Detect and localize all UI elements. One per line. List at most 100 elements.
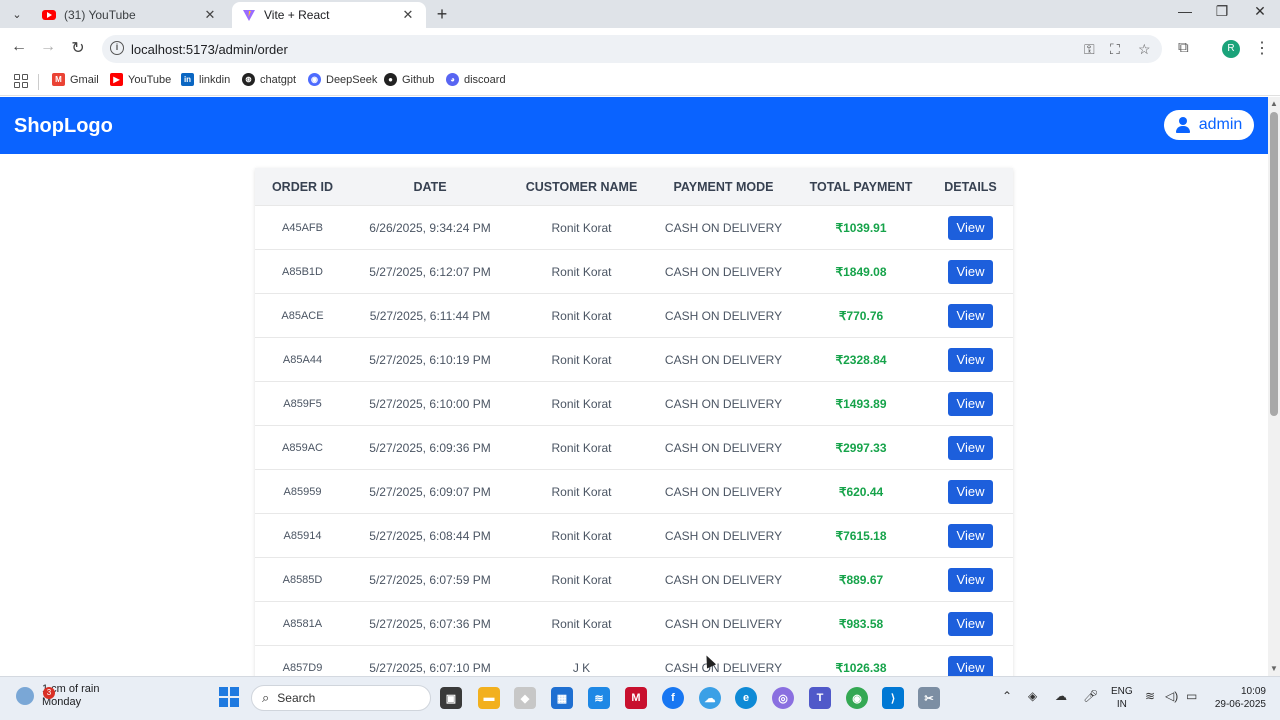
file-explorer-icon[interactable]: ▬ xyxy=(478,687,500,709)
details-cell: View xyxy=(928,479,1013,504)
details-cell: View xyxy=(928,347,1013,372)
new-tab-icon[interactable]: + xyxy=(432,4,452,25)
microphone-icon[interactable]: 🎤︎ xyxy=(1083,689,1098,703)
language-indicator[interactable]: ENG IN xyxy=(1111,685,1133,711)
wifi-icon[interactable]: ≋ xyxy=(1145,689,1155,703)
header-total-payment: TOTAL PAYMENT xyxy=(809,179,913,194)
customer-name-cell: Ronit Korat xyxy=(551,352,612,367)
address-bar[interactable]: i localhost:5173/admin/order ⚿ ⛶ ☆ xyxy=(102,35,1162,63)
bookmark-gmail[interactable]: M Gmail xyxy=(52,73,99,86)
table-header-row: ORDER ID DATE CUSTOMER NAME PAYMENT MODE… xyxy=(255,168,1013,205)
forward-icon[interactable]: → xyxy=(37,38,59,56)
details-cell: View xyxy=(928,303,1013,328)
microsoft-store-icon[interactable]: ▦ xyxy=(551,687,573,709)
view-order-button[interactable]: View xyxy=(948,391,993,416)
tray-overflow-icon[interactable]: ⌃ xyxy=(1002,689,1012,703)
payment-mode-cell: CASH ON DELIVERY xyxy=(664,308,783,323)
language-code: ENG xyxy=(1111,686,1133,697)
bookmark-youtube[interactable]: ▶ YouTube xyxy=(110,73,171,86)
url-text[interactable]: localhost:5173/admin/order xyxy=(131,42,288,57)
view-order-button[interactable]: View xyxy=(948,567,993,592)
date-cell: 6/26/2025, 9:34:24 PM xyxy=(369,220,491,235)
table-row: A85B1D 5/27/2025, 6:12:07 PM Ronit Korat CA… xyxy=(255,249,1013,293)
mcafee-icon[interactable]: M xyxy=(625,687,647,709)
date-cell: 5/27/2025, 6:07:10 PM xyxy=(369,660,491,675)
order-id-cell: A85A44 xyxy=(282,353,323,366)
translate-icon[interactable]: ⛶ xyxy=(1110,41,1120,58)
close-tab-icon[interactable]: ✕ xyxy=(400,7,416,23)
total-payment-cell: ₹983.58 xyxy=(838,616,884,631)
view-order-button[interactable]: View xyxy=(948,435,993,460)
view-order-button[interactable]: View xyxy=(948,215,993,240)
apps-grid-icon[interactable] xyxy=(14,74,28,88)
view-order-button[interactable]: View xyxy=(948,611,993,636)
weather-app-icon[interactable]: ☁ xyxy=(699,687,721,709)
order-id-cell: A8585D xyxy=(282,573,323,586)
tab-youtube[interactable]: (31) YouTube ✕ xyxy=(32,2,228,28)
total-payment-cell: ₹620.44 xyxy=(838,484,884,499)
vscode-icon[interactable]: ⟩ xyxy=(882,687,904,709)
total-payment-cell: ₹889.67 xyxy=(838,572,884,587)
weather-widget[interactable]: 3 1 cm of rain Monday xyxy=(16,683,99,709)
total-payment-cell: ₹1039.91 xyxy=(835,220,887,235)
reload-icon[interactable]: ↻ xyxy=(67,38,89,58)
close-tab-icon[interactable]: ✕ xyxy=(202,7,218,23)
tab-list-button[interactable]: ⌄ xyxy=(6,4,28,24)
scroll-down-icon[interactable]: ▼ xyxy=(1270,664,1278,673)
battery-icon[interactable]: ▭ xyxy=(1186,689,1197,703)
back-icon[interactable]: ← xyxy=(8,38,30,56)
taskbar-search[interactable]: ⌕ Search xyxy=(251,685,431,711)
header-order-id: ORDER ID xyxy=(271,179,334,194)
windows-taskbar: 3 1 cm of rain Monday ⌕ Search ▣ ▬ ◆ ▦ ≋… xyxy=(0,676,1280,720)
system-clock[interactable]: 10:09 29-06-2025 xyxy=(1210,685,1266,711)
bookmark-label: Gmail xyxy=(70,73,99,86)
view-order-button[interactable]: View xyxy=(948,655,993,676)
facebook-icon[interactable]: f xyxy=(662,687,684,709)
order-id-cell: A85959 xyxy=(283,485,322,498)
view-order-button[interactable]: View xyxy=(948,347,993,372)
bookmark-deepseek[interactable]: ◉ DeepSeek xyxy=(308,73,377,86)
drive-icon[interactable]: ◆ xyxy=(514,687,536,709)
header-date: DATE xyxy=(413,179,447,194)
scrollbar-thumb[interactable] xyxy=(1270,112,1278,416)
details-cell: View xyxy=(928,523,1013,548)
bookmark-github[interactable]: ● Github xyxy=(384,73,434,86)
view-order-button[interactable]: View xyxy=(948,523,993,548)
minimize-icon[interactable]: — xyxy=(1170,3,1200,19)
profile-avatar[interactable]: R xyxy=(1222,40,1240,58)
browser-menu-icon[interactable]: ⋮ xyxy=(1254,38,1270,58)
onedrive-icon[interactable]: ☁ xyxy=(1055,689,1067,703)
admin-user-button[interactable]: admin xyxy=(1164,110,1254,140)
clock-date: 29-06-2025 xyxy=(1214,699,1266,710)
copilot-icon[interactable]: ◎ xyxy=(772,687,794,709)
password-key-icon[interactable]: ⚿ xyxy=(1084,41,1095,58)
windows-start-icon[interactable] xyxy=(219,687,239,707)
teams-icon[interactable]: T xyxy=(809,687,831,709)
task-view-icon[interactable]: ▣ xyxy=(440,687,462,709)
tab-vite-react[interactable]: Vite + React ✕ xyxy=(232,2,426,28)
total-payment-cell: ₹1849.08 xyxy=(835,264,887,279)
payment-mode-cell: CASH ON DELIVERY xyxy=(664,484,783,499)
bookmark-label: Github xyxy=(402,73,435,86)
header-customer-name: CUSTOMER NAME xyxy=(525,179,638,194)
snipping-tool-icon[interactable]: ✂ xyxy=(918,687,940,709)
shop-logo[interactable]: ShopLogo xyxy=(14,115,113,138)
bookmark-star-icon[interactable]: ☆ xyxy=(1138,41,1151,58)
edge-icon[interactable]: e xyxy=(735,687,757,709)
date-cell: 5/27/2025, 6:10:19 PM xyxy=(369,352,491,367)
site-info-icon[interactable]: i xyxy=(110,41,124,55)
volume-icon[interactable]: ◁) xyxy=(1165,689,1178,703)
chrome-icon[interactable]: ◉ xyxy=(846,687,868,709)
bookmark-discord[interactable]: ◕ discoard xyxy=(446,73,506,86)
restore-icon[interactable]: ❐ xyxy=(1207,3,1237,20)
tray-app-icon[interactable]: ◈ xyxy=(1028,689,1037,703)
view-order-button[interactable]: View xyxy=(948,259,993,284)
scroll-up-icon[interactable]: ▲ xyxy=(1270,99,1278,108)
mywifi-app-icon[interactable]: ≋ xyxy=(588,687,610,709)
extensions-icon[interactable]: ⧉ xyxy=(1178,39,1189,56)
window-close-icon[interactable]: ✕ xyxy=(1245,3,1275,20)
bookmark-chatgpt[interactable]: ⊛ chatgpt xyxy=(242,73,296,86)
view-order-button[interactable]: View xyxy=(948,303,993,328)
view-order-button[interactable]: View xyxy=(948,479,993,504)
bookmark-linkedin[interactable]: in linkdin xyxy=(181,73,230,86)
